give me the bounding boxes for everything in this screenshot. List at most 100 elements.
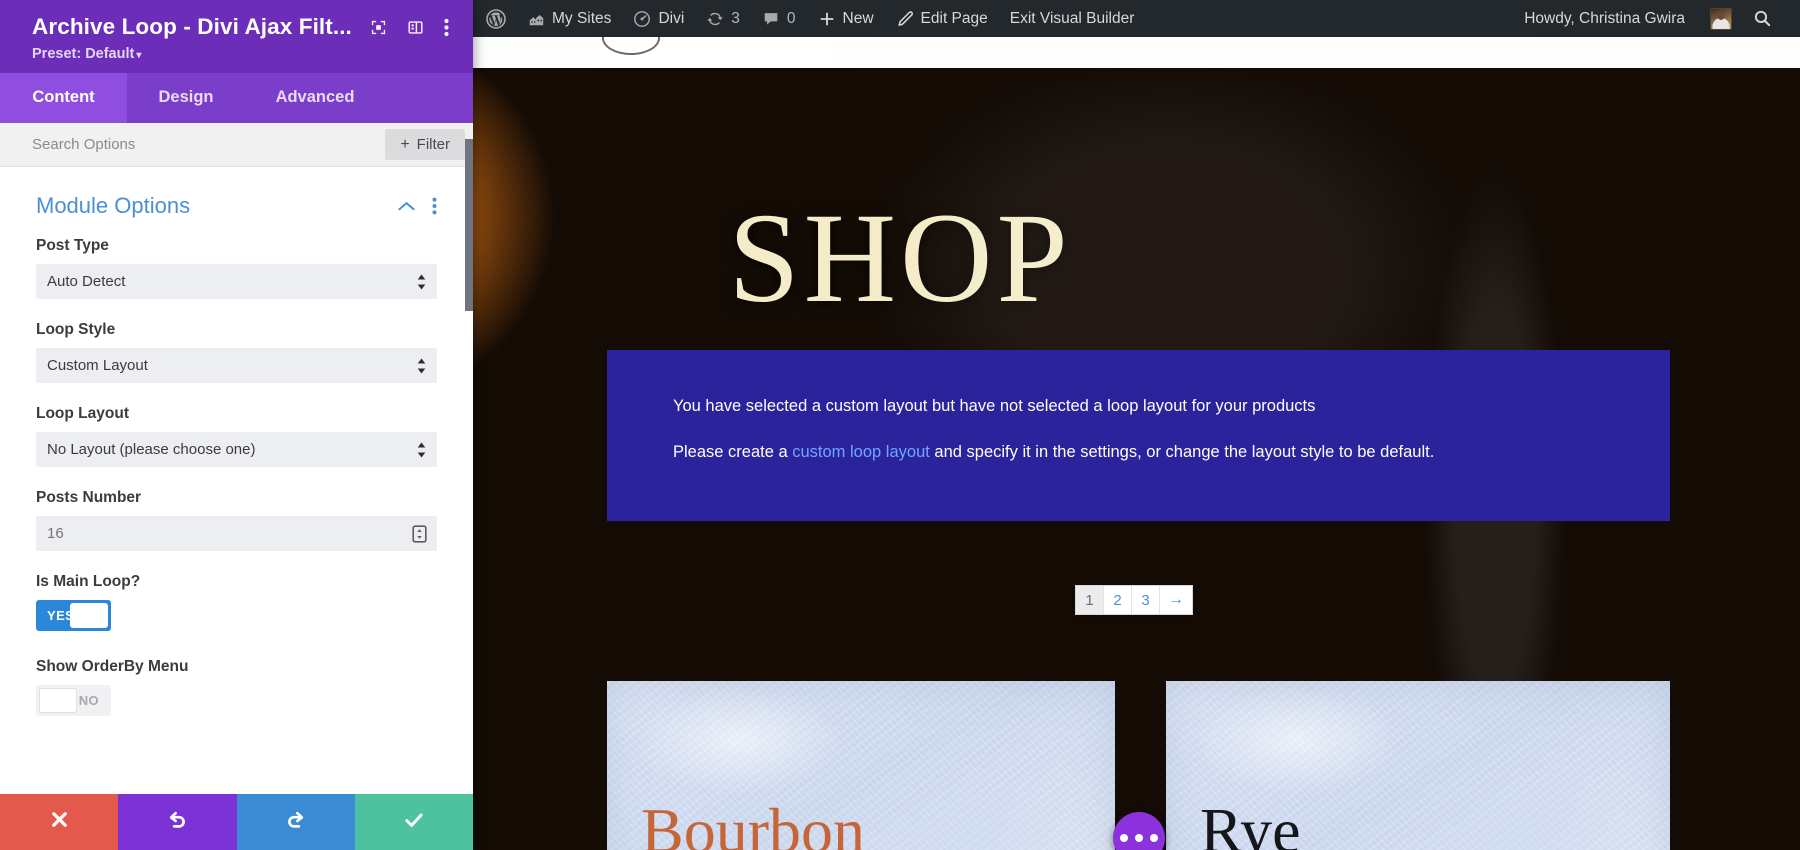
field-loop-layout: Loop Layout No Layout (please choose one…	[36, 405, 437, 467]
pagination-page-2[interactable]: 2	[1104, 586, 1132, 614]
undo-arrow-icon	[166, 809, 188, 836]
chevron-down-icon: ▾	[136, 50, 142, 61]
focus-target-icon[interactable]	[370, 19, 387, 36]
pagination-page-3[interactable]: 3	[1132, 586, 1160, 614]
admin-bar-label-updates: 3	[731, 9, 740, 27]
pagination-page-current: 1	[1076, 586, 1104, 614]
field-is-main-loop: Is Main Loop? YES	[36, 573, 437, 636]
admin-bar-item-comments[interactable]: 0	[751, 0, 807, 37]
sites-icon	[527, 10, 545, 28]
howdy-greeting: Howdy, Christina Gwira	[1524, 9, 1685, 27]
tab-advanced[interactable]: Advanced	[245, 73, 385, 123]
plus-icon	[818, 10, 836, 28]
wordpress-logo-icon	[486, 8, 506, 29]
notice-line-2-before: Please create a	[673, 442, 793, 461]
module-settings-panel: Archive Loop - Divi Ajax Filt... Preset:…	[0, 0, 473, 850]
admin-bar-item-updates[interactable]: 3	[695, 0, 751, 37]
posts-number-input[interactable]	[36, 516, 437, 551]
admin-bar-item-my-sites[interactable]: My Sites	[516, 0, 622, 37]
loop-layout-select[interactable]: No Layout (please choose one)	[36, 432, 437, 467]
product-card[interactable]: Bourbon	[607, 681, 1115, 850]
tab-content[interactable]: Content	[0, 73, 127, 123]
field-label-post-type: Post Type	[36, 237, 109, 254]
redo-button[interactable]	[236, 794, 355, 850]
admin-bar-account-menu[interactable]: Howdy, Christina Gwira	[1513, 0, 1743, 37]
show-orderby-menu-toggle[interactable]: NO	[36, 685, 111, 716]
decorative-circle-icon	[602, 37, 660, 55]
wordpress-logo-menu[interactable]	[478, 0, 516, 37]
post-type-select[interactable]: Auto Detect	[36, 264, 437, 299]
admin-bar-item-new[interactable]: New	[807, 0, 885, 37]
toggle-knob	[39, 688, 77, 713]
field-posts-number: Posts Number	[36, 489, 437, 551]
admin-bar-label-edit-page: Edit Page	[920, 9, 988, 27]
admin-bar-item-divi[interactable]: Divi	[622, 0, 695, 37]
loop-style-select-wrap: Custom Layout	[36, 348, 437, 383]
settings-header-icons	[370, 18, 453, 37]
preset-label: Preset: Default	[32, 46, 135, 62]
updates-icon	[706, 10, 724, 28]
avatar	[1710, 7, 1732, 30]
notice-line-2: Please create a custom loop layout and s…	[673, 443, 1604, 462]
admin-bar-label-comments: 0	[786, 9, 796, 27]
settings-title-row: Archive Loop - Divi Ajax Filt...	[32, 14, 453, 40]
product-card[interactable]: Rye	[1166, 681, 1670, 850]
pagination: 1 2 3 →	[1075, 585, 1193, 615]
loop-style-select[interactable]: Custom Layout	[36, 348, 437, 383]
redo-arrow-icon	[285, 809, 307, 836]
post-type-select-wrap: Auto Detect	[36, 264, 437, 299]
filter-button-label: Filter	[416, 136, 450, 153]
admin-bar-item-edit-page[interactable]: Edit Page	[885, 0, 999, 37]
admin-bar-label-new: New	[842, 9, 874, 27]
toggle-knob	[70, 603, 108, 628]
ellipsis-dot	[1150, 834, 1158, 842]
pencil-icon	[896, 10, 914, 28]
section-actions	[397, 197, 437, 215]
is-main-loop-toggle[interactable]: YES	[36, 600, 111, 631]
field-post-type: Post Type Auto Detect	[36, 237, 437, 299]
save-button[interactable]	[354, 794, 473, 850]
filter-button[interactable]: + Filter	[385, 129, 465, 160]
settings-panel-header: Archive Loop - Divi Ajax Filt... Preset:…	[0, 0, 473, 73]
admin-bar-item-exit-visual-builder[interactable]: Exit Visual Builder	[999, 0, 1146, 37]
panel-layout-icon[interactable]	[407, 19, 424, 36]
admin-bar-left-group: My Sites Divi 3 0 New Edit Page Exit Vis…	[478, 0, 1145, 37]
chevron-up-icon[interactable]	[397, 200, 416, 212]
undo-button[interactable]	[118, 794, 237, 850]
ellipsis-dot	[1120, 834, 1128, 842]
pagination-next-arrow-icon[interactable]: →	[1160, 586, 1192, 614]
admin-bar-right-group: Howdy, Christina Gwira	[1513, 0, 1800, 37]
admin-bar-search-button[interactable]	[1743, 0, 1786, 37]
field-show-orderby-menu: Show OrderBy Menu NO	[36, 658, 437, 721]
settings-tabs: Content Design Advanced	[0, 73, 473, 123]
tab-design[interactable]: Design	[127, 73, 245, 123]
field-label-is-main-loop: Is Main Loop?	[36, 573, 141, 590]
search-input[interactable]	[0, 136, 386, 153]
field-label-show-orderby-menu: Show OrderBy Menu	[36, 658, 189, 675]
comment-bubble-icon	[762, 10, 780, 28]
settings-panel-scrollbar[interactable]	[465, 139, 473, 311]
custom-loop-layout-link[interactable]: custom loop layout	[792, 443, 930, 461]
admin-bar-label-my-sites: My Sites	[552, 9, 612, 27]
notice-line-1: You have selected a custom layout but ha…	[673, 397, 1316, 415]
search-icon	[1753, 9, 1772, 28]
more-vertical-icon[interactable]	[444, 18, 449, 37]
settings-panel-title: Archive Loop - Divi Ajax Filt...	[32, 14, 352, 39]
close-x-icon	[49, 809, 70, 835]
field-label-posts-number: Posts Number	[36, 489, 142, 506]
product-title: Rye	[1200, 795, 1301, 850]
more-vertical-icon[interactable]	[432, 197, 437, 215]
field-label-loop-layout: Loop Layout	[36, 405, 129, 422]
settings-action-bar	[0, 794, 473, 850]
checkmark-icon	[402, 808, 426, 837]
posts-number-wrap	[36, 516, 437, 551]
ellipsis-dot	[1135, 834, 1143, 842]
number-stepper-icon[interactable]	[412, 524, 427, 543]
cancel-button[interactable]	[0, 794, 119, 850]
notice-line-2-after: and specify it in the settings, or chang…	[929, 442, 1435, 461]
settings-search-bar: + Filter	[0, 123, 473, 167]
preset-selector[interactable]: Preset: Default ▾	[32, 46, 453, 62]
admin-bar-label-divi: Divi	[658, 9, 685, 27]
product-title: Bourbon	[641, 795, 865, 850]
admin-bar-label-exit-visual-builder: Exit Visual Builder	[1009, 9, 1135, 27]
